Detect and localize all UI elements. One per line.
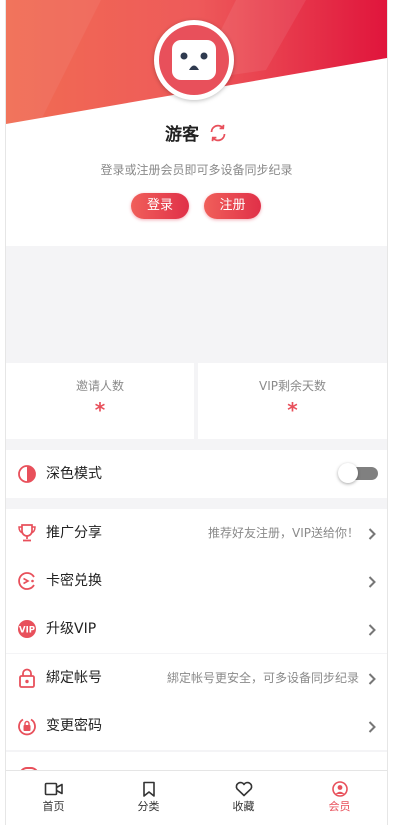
stat-value: *: [287, 398, 298, 422]
chevron-right-icon: [367, 671, 377, 685]
menu-item-label: 推广分享: [46, 525, 102, 541]
user-icon: [331, 781, 348, 797]
menu-item-change-password[interactable]: 变更密码: [6, 702, 387, 750]
tab-label: 分类: [137, 800, 160, 813]
avatar[interactable]: [154, 20, 234, 100]
stat-label: 邀请人数: [75, 379, 124, 393]
tab-member[interactable]: 会员: [292, 771, 387, 825]
menu-item-card-redeem[interactable]: 卡密兑换: [6, 557, 387, 605]
register-button[interactable]: 注册: [204, 193, 261, 219]
stat-label: VIP剩余天数: [259, 379, 326, 393]
menu-item-desc: 推荐好友注册，VIP送给你！: [208, 526, 359, 540]
app-frame: 游客 登录或注册会员即可多设备同步纪录 登录 注册 邀请人数 * VIP剩余天数…: [5, 0, 388, 825]
bookmark-icon: [142, 781, 155, 797]
menu-item-label: 升级VIP: [46, 621, 97, 637]
tab-label: 首页: [42, 800, 65, 813]
menu-item-share[interactable]: 推广分享 推荐好友注册，VIP送给你！: [6, 509, 387, 557]
video-icon: [44, 782, 63, 796]
menu-item-label: 变更密码: [46, 718, 102, 734]
chevron-right-icon: [367, 622, 377, 636]
menu-item-label: 綁定帐号: [46, 670, 102, 686]
dark-mode-label: 深色模式: [46, 466, 102, 482]
stat-value: *: [94, 398, 106, 422]
refresh-icon[interactable]: [208, 123, 228, 143]
face-icon: [172, 40, 216, 80]
username-row: 游客: [6, 120, 387, 148]
chevron-right-icon: [367, 719, 377, 733]
password-icon: [17, 716, 37, 736]
tab-home[interactable]: 首页: [6, 771, 101, 825]
invite-count-card: 邀请人数 *: [6, 363, 194, 439]
menu-item-upgrade-vip[interactable]: VIP 升级VIP: [6, 605, 387, 653]
profile-header: 游客 登录或注册会员即可多设备同步纪录 登录 注册: [6, 0, 387, 246]
vip-icon: VIP: [17, 619, 37, 639]
dark-mode-toggle[interactable]: [338, 463, 378, 483]
tab-favorites[interactable]: 收藏: [196, 771, 291, 825]
card-redeem-icon: [17, 571, 37, 591]
bottom-tab-bar: 首页 分类 收藏 会员: [6, 770, 387, 825]
login-button[interactable]: 登录: [131, 193, 189, 219]
menu-item-desc: 綁定帐号更安全，可多设备同步纪录: [166, 671, 359, 685]
menu-item-bind-account[interactable]: 綁定帐号 綁定帐号更安全，可多设备同步纪录: [6, 654, 387, 702]
svg-text:VIP: VIP: [19, 625, 35, 635]
chevron-right-icon: [367, 526, 377, 540]
contrast-icon: [17, 464, 37, 484]
trophy-icon: [17, 523, 37, 543]
chevron-right-icon: [367, 574, 377, 588]
menu-item-partial: [6, 752, 387, 775]
dark-mode-row: 深色模式: [6, 450, 387, 498]
lock-icon: [17, 668, 37, 688]
login-hint: 登录或注册会员即可多设备同步纪录: [100, 163, 293, 177]
heart-icon: [235, 781, 252, 797]
tab-category[interactable]: 分类: [101, 771, 196, 825]
vip-days-card: VIP剩余天数 *: [198, 363, 387, 439]
menu-item-label: 卡密兑换: [46, 573, 102, 589]
tab-label: 会员: [328, 800, 351, 813]
tab-label: 收藏: [232, 800, 255, 813]
username: 游客: [164, 125, 199, 145]
